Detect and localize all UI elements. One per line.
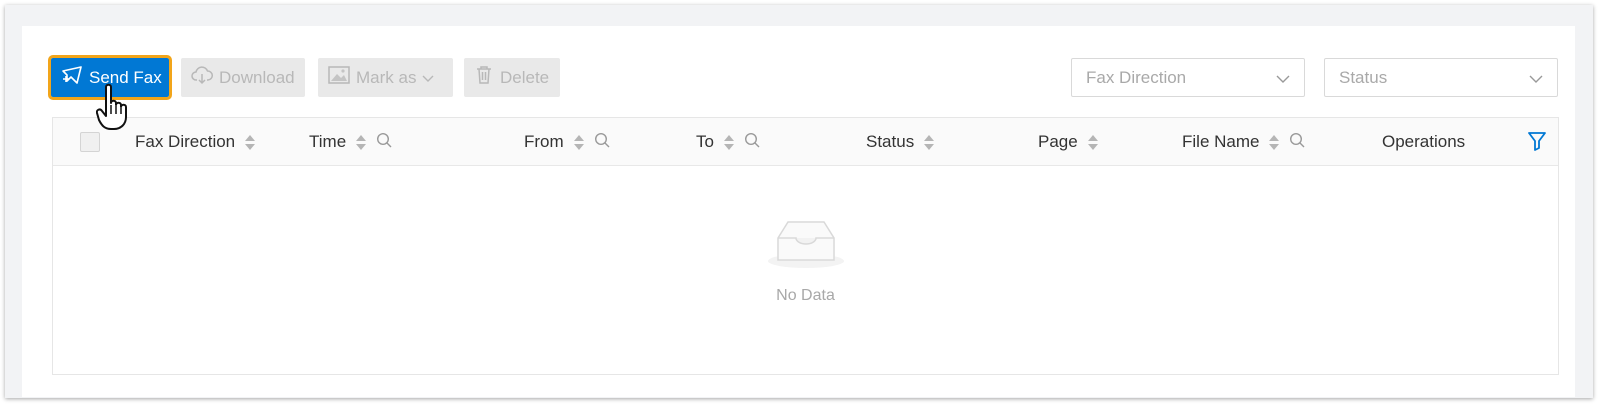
column-fax-direction[interactable]: Fax Direction	[135, 118, 256, 166]
column-to[interactable]: To	[696, 118, 760, 166]
column-label: Operations	[1382, 132, 1466, 151]
sort-icon[interactable]	[573, 134, 584, 150]
delete-button[interactable]: Delete	[464, 58, 560, 97]
column-operations: Operations	[1382, 118, 1465, 166]
status-select[interactable]: Status	[1324, 58, 1558, 97]
fax-direction-placeholder: Fax Direction	[1086, 67, 1187, 87]
mark-as-label: Mark as	[356, 67, 417, 87]
column-label: Fax Direction	[135, 132, 236, 151]
sort-icon[interactable]	[356, 134, 367, 150]
column-file-name[interactable]: File Name	[1182, 118, 1305, 166]
column-time[interactable]: Time	[309, 118, 392, 166]
cloud-download-icon	[191, 65, 213, 90]
hand-pointer-icon	[95, 83, 132, 136]
column-label: Page	[1038, 132, 1078, 151]
column-label: Status	[866, 132, 915, 151]
fax-table: Fax Direction Time From To Status Page F…	[52, 117, 1559, 375]
sort-icon[interactable]	[924, 134, 935, 150]
search-icon[interactable]	[594, 132, 610, 153]
column-label: File Name	[1182, 132, 1260, 151]
filter-icon[interactable]	[1527, 131, 1547, 156]
mark-as-button[interactable]: Mark as	[318, 58, 453, 97]
delete-label: Delete	[500, 67, 550, 87]
sort-icon[interactable]	[1087, 134, 1098, 150]
fax-direction-select[interactable]: Fax Direction	[1071, 58, 1305, 97]
search-icon[interactable]	[376, 132, 392, 153]
column-label: To	[696, 132, 714, 151]
empty-state: No Data	[53, 214, 1558, 305]
column-from[interactable]: From	[524, 118, 610, 166]
download-label: Download	[219, 67, 295, 87]
search-icon[interactable]	[1289, 132, 1305, 153]
download-button[interactable]: Download	[181, 58, 305, 97]
column-status[interactable]: Status	[866, 118, 935, 166]
column-page[interactable]: Page	[1038, 118, 1098, 166]
empty-inbox-icon	[766, 214, 846, 275]
empty-text: No Data	[776, 287, 835, 304]
chevron-down-icon	[1276, 68, 1290, 88]
sort-icon[interactable]	[723, 134, 734, 150]
sort-icon[interactable]	[1269, 134, 1280, 150]
chevron-down-icon	[1529, 68, 1543, 88]
chevron-down-icon	[422, 68, 434, 88]
status-placeholder: Status	[1339, 67, 1388, 87]
column-label: From	[524, 132, 564, 151]
send-fax-icon	[61, 65, 83, 90]
table-header: Fax Direction Time From To Status Page F…	[53, 118, 1558, 166]
sort-icon[interactable]	[245, 134, 256, 150]
trash-icon	[474, 65, 494, 90]
search-icon[interactable]	[744, 132, 760, 153]
image-icon	[328, 66, 350, 89]
column-label: Time	[309, 132, 347, 151]
